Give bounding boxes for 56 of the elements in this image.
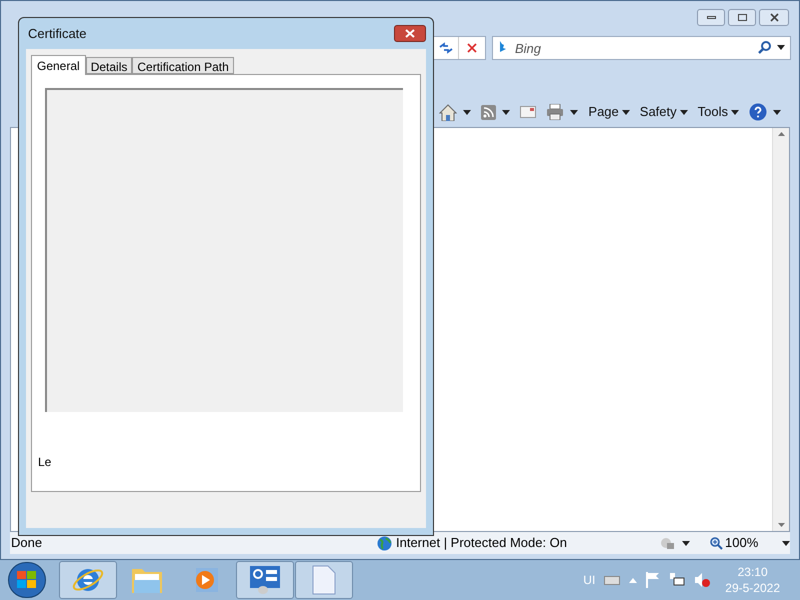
menu-button[interactable]: Safety	[640, 102, 688, 122]
feed-icon	[481, 104, 496, 120]
toolbar-button[interactable]	[439, 104, 472, 120]
search-field[interactable]: Bing	[492, 36, 791, 60]
menu-button[interactable]: Page	[588, 102, 630, 122]
zoom-button[interactable]: 100%	[710, 533, 790, 553]
status-text: Done	[10, 534, 44, 552]
envelope-icon	[520, 106, 536, 118]
zoom-icon	[710, 536, 723, 550]
caret-icon	[773, 110, 781, 114]
printer-icon	[546, 104, 564, 120]
close-button[interactable]	[394, 25, 426, 42]
caret-icon	[570, 110, 578, 114]
tab[interactable]: Details	[86, 57, 132, 74]
search-icon	[758, 41, 771, 54]
caret-icon	[680, 110, 688, 114]
menu-button[interactable]: Tools	[698, 102, 739, 122]
tab[interactable]: General	[31, 55, 86, 75]
caret-icon	[682, 540, 690, 546]
close-button[interactable]	[759, 9, 789, 26]
caret-icon	[782, 540, 790, 546]
home-icon	[439, 104, 458, 120]
close-icon	[405, 29, 415, 38]
tab[interactable]: Certification Path	[132, 57, 234, 74]
caret-icon	[502, 110, 510, 114]
toolbar-button[interactable]	[749, 103, 781, 121]
speaker-muted-icon[interactable]	[694, 572, 710, 588]
scrollbar[interactable]	[772, 128, 789, 531]
network-icon[interactable]	[669, 572, 686, 588]
zone-text: Internet | Protected Mode: On	[396, 534, 568, 552]
caret-icon	[622, 110, 630, 114]
taskbar-button[interactable]	[59, 561, 117, 599]
keyboard-icon	[604, 576, 620, 584]
play-icon	[193, 567, 219, 593]
close-icon	[770, 13, 778, 22]
globe-icon	[377, 536, 392, 550]
refresh-icon	[438, 42, 452, 54]
dialog-title: Certificate	[27, 24, 87, 43]
caret-icon	[777, 45, 785, 50]
stop-icon	[467, 43, 477, 53]
maximize-button[interactable]	[728, 9, 756, 26]
taskbar-button[interactable]	[236, 561, 294, 599]
toolbar-button[interactable]	[546, 104, 578, 120]
folder-icon	[131, 566, 163, 594]
taskbar-button[interactable]	[295, 561, 353, 599]
down-arrow-icon	[778, 523, 784, 527]
document-icon	[312, 565, 336, 595]
control-panel-icon	[249, 565, 281, 595]
minimize-button[interactable]	[697, 9, 725, 26]
start-button[interactable]	[8, 562, 46, 598]
caret-icon	[731, 110, 739, 114]
help-icon	[749, 103, 767, 121]
up-arrow-icon	[778, 132, 784, 136]
windows-logo-icon	[17, 571, 37, 589]
caret-icon	[463, 110, 472, 114]
toolbar-button[interactable]	[481, 104, 510, 120]
